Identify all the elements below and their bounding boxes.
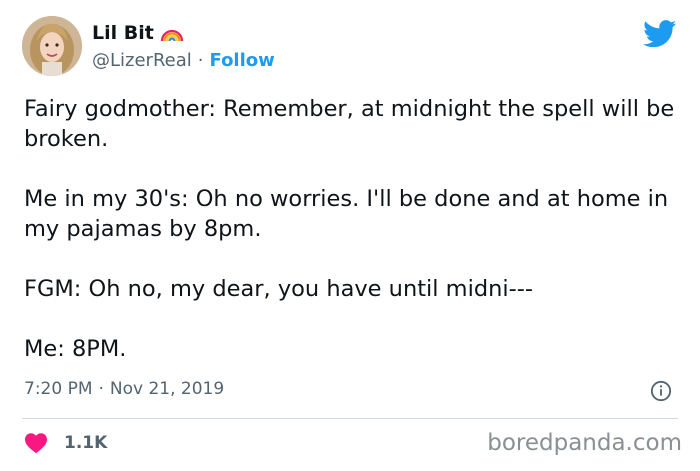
rainbow-icon — [160, 29, 183, 42]
divider — [22, 418, 678, 419]
twitter-bird-icon[interactable] — [643, 20, 677, 48]
avatar[interactable] — [22, 16, 82, 76]
tweet-paragraph: Me in my 30's: Oh no worries. I'll be do… — [24, 186, 669, 242]
heart-icon — [25, 433, 47, 454]
follow-button[interactable]: Follow — [210, 50, 275, 71]
tweet-paragraph: Fairy godmother: Remember, at midnight t… — [24, 96, 675, 152]
tweet-date: Nov 21, 2019 — [109, 379, 225, 399]
like-button[interactable]: 1.1K — [24, 432, 107, 454]
tweet-card: Lil Bit @LizerReal · Follow Fairy godmot… — [0, 0, 700, 471]
tweet-text: Fairy godmother: Remember, at midnight t… — [24, 94, 684, 364]
tweet-timestamp[interactable]: 7:20 PM · Nov 21, 2019 — [24, 379, 224, 399]
author-name-row: Lil Bit — [92, 20, 184, 46]
avatar-image — [22, 16, 82, 76]
user-handle[interactable]: @LizerReal — [92, 50, 192, 71]
display-name[interactable]: Lil Bit — [92, 22, 154, 44]
watermark: boredpanda.com — [487, 430, 682, 456]
info-icon[interactable] — [650, 380, 672, 402]
tweet-paragraph: FGM: Oh no, my dear, you have until midn… — [24, 276, 533, 302]
like-count: 1.1K — [64, 433, 108, 453]
handle-row: @LizerReal · Follow — [92, 50, 275, 71]
tweet-paragraph: Me: 8PM. — [24, 336, 127, 362]
tweet-time: 7:20 PM — [24, 379, 93, 399]
handle-separator: · — [197, 50, 204, 71]
timestamp-separator: · — [98, 379, 104, 399]
